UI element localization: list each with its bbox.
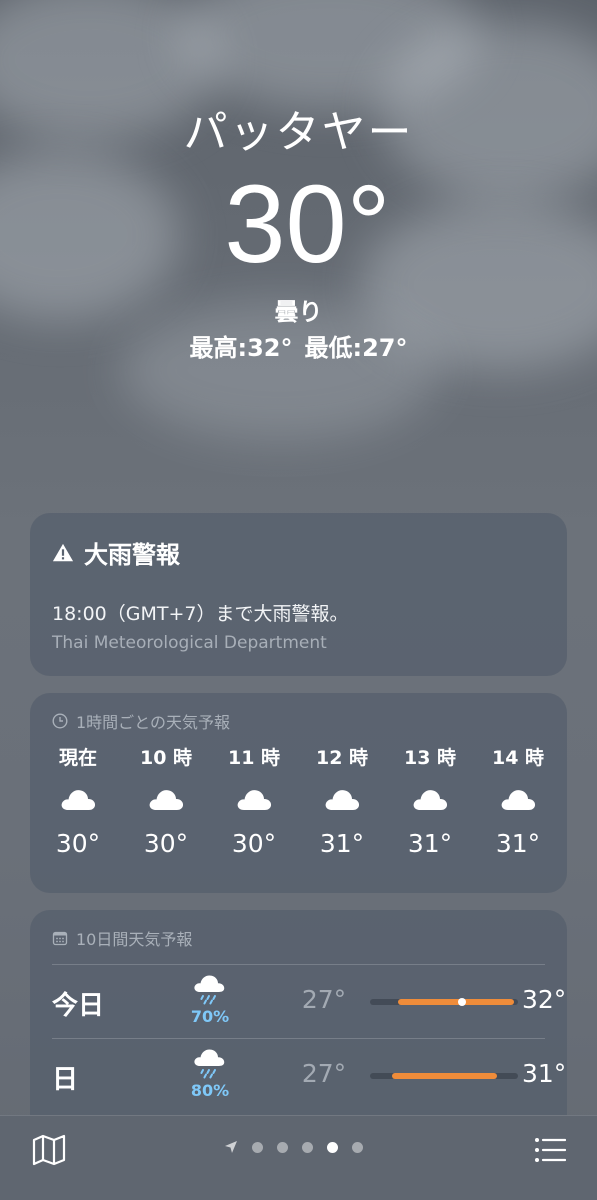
hour-temp: 31°	[319, 829, 365, 858]
alert-card[interactable]: 大雨警報 18:00（GMT+7）まで大雨警報。 Thai Meteorolog…	[30, 513, 567, 676]
condition-text: 曇り	[274, 298, 323, 326]
hour-label: 12 時	[315, 747, 369, 769]
list-icon[interactable]	[534, 1136, 566, 1164]
day-high: 32°	[522, 985, 567, 1014]
hourly-header-text: 1時間ごとの天気予報	[76, 713, 231, 732]
day-row[interactable]: 今日 70% 27° 32°	[52, 964, 566, 1038]
day-high: 31°	[522, 1059, 567, 1088]
cloud-rain-icon	[194, 1049, 225, 1079]
hour-item: 12 時 31°	[298, 745, 386, 861]
bottom-toolbar	[0, 1115, 597, 1200]
clock-icon	[52, 713, 68, 729]
low-temp: 最低:27°	[304, 334, 408, 362]
hour-temp: 30°	[143, 829, 189, 858]
cloud-icon	[149, 790, 184, 810]
hourly-forecast-card[interactable]: 1時間ごとの天気予報 現在 30° 10 時 30° 11 時 30° 12 時…	[30, 693, 567, 893]
precip-chance: 80%	[190, 1081, 230, 1100]
hour-item: 10 時 30°	[122, 745, 210, 861]
alert-text: 18:00（GMT+7）まで大雨警報。	[52, 603, 349, 625]
page-indicator[interactable]	[224, 1140, 363, 1154]
current-temp-dot	[457, 998, 466, 1006]
cloud-icon	[501, 790, 536, 810]
hour-label: 11 時	[227, 747, 281, 769]
high-low: 最高:32° 最低:27°	[0, 331, 597, 365]
alert-title-row: 大雨警報	[52, 535, 180, 570]
cloud-rain-icon	[194, 975, 225, 1005]
warning-icon	[52, 543, 74, 561]
hour-label: 13 時	[403, 747, 457, 769]
hour-temp: 31°	[495, 829, 541, 858]
hour-temp: 31°	[407, 829, 453, 858]
hour-item: 11 時 30°	[210, 745, 298, 861]
daily-list: 今日 70% 27° 32° 日 80% 27° 31°	[52, 964, 566, 1112]
hour-label: 現在	[58, 747, 97, 769]
page-dot[interactable]	[252, 1141, 263, 1153]
precip-chance: 70%	[190, 1007, 230, 1026]
location-arrow-icon[interactable]	[224, 1140, 238, 1154]
hourly-header: 1時間ごとの天気予報	[52, 709, 230, 733]
cloud-icon	[237, 790, 272, 810]
current-temperature: 30°	[224, 163, 391, 286]
day-name: 日	[52, 1065, 79, 1095]
day-low: 27°	[301, 1059, 347, 1088]
map-icon[interactable]	[32, 1134, 66, 1166]
hour-item: 現在 30°	[34, 745, 122, 861]
daily-header: 10日間天気予報	[52, 926, 192, 950]
page-dot-active[interactable]	[327, 1141, 338, 1153]
temp-range-fill	[398, 999, 514, 1005]
day-low: 27°	[301, 985, 347, 1014]
cloud-icon	[325, 790, 360, 810]
alert-source: Thai Meteorological Department	[52, 633, 327, 653]
cloud-icon	[61, 790, 96, 810]
day-name: 今日	[52, 991, 105, 1021]
page-dot[interactable]	[277, 1141, 288, 1153]
hourly-list: 現在 30° 10 時 30° 11 時 30° 12 時 31° 13 時 3…	[34, 745, 562, 861]
page-dot[interactable]	[352, 1141, 363, 1153]
day-row[interactable]: 日 80% 27° 31°	[52, 1038, 566, 1112]
temp-range-bar	[370, 1073, 518, 1079]
high-temp: 最高:32°	[189, 334, 293, 362]
temp-range-fill	[392, 1073, 498, 1079]
hour-temp: 30°	[231, 829, 277, 858]
current-weather: パッタヤー 30° 曇り 最高:32° 最低:27°	[0, 105, 597, 365]
hour-label: 14 時	[491, 747, 545, 769]
cloud-icon	[413, 790, 448, 810]
alert-title: 大雨警報	[84, 541, 180, 569]
daily-header-text: 10日間天気予報	[76, 930, 193, 949]
hour-item: 13 時 31°	[386, 745, 474, 861]
page-dot[interactable]	[302, 1141, 313, 1153]
city-name: パッタヤー	[183, 107, 414, 158]
hour-item: 14 時 31°	[474, 745, 562, 861]
temp-range-bar	[370, 998, 518, 1006]
hour-temp: 30°	[55, 829, 101, 858]
calendar-icon	[52, 931, 68, 946]
hour-label: 10 時	[139, 747, 193, 769]
